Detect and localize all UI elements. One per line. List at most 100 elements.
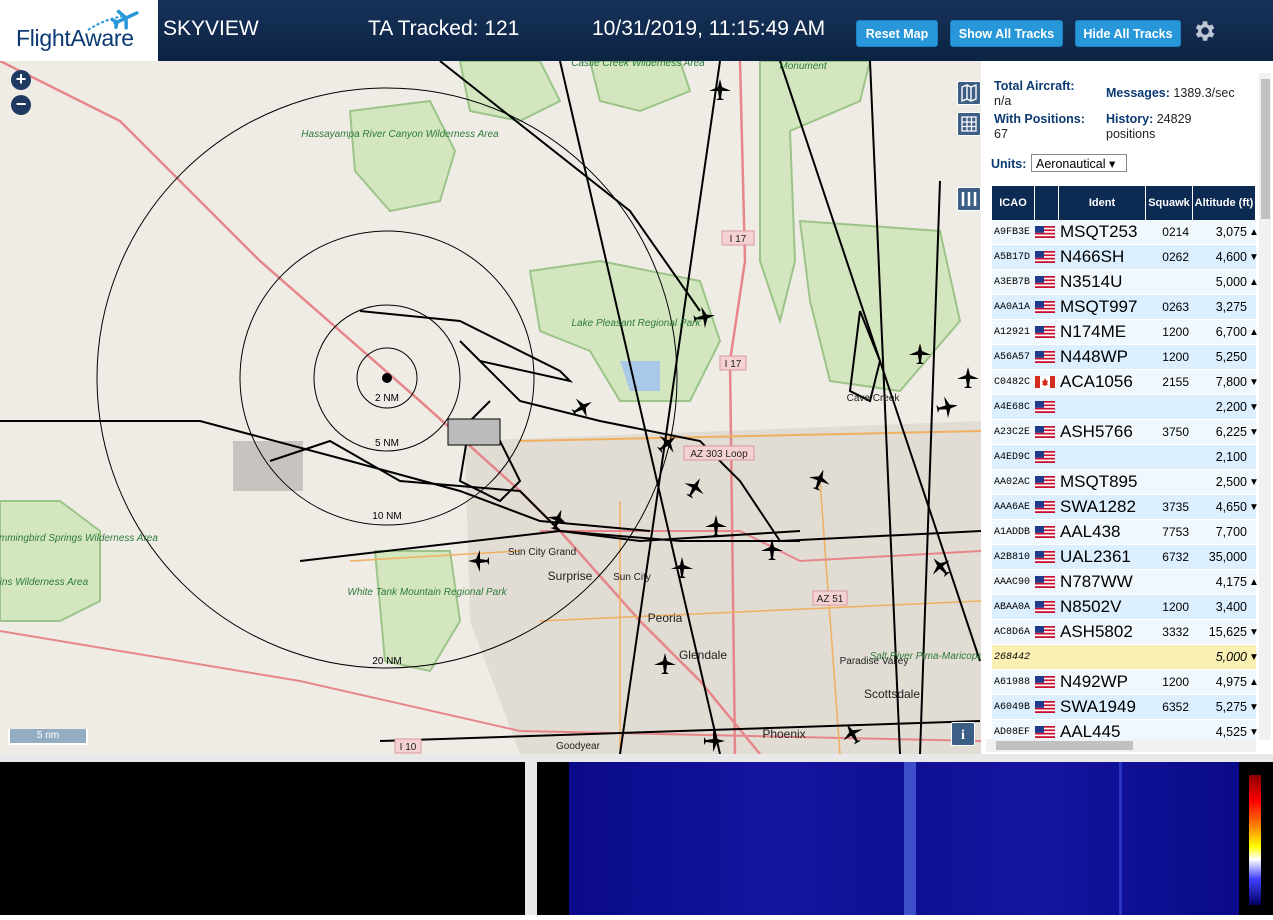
table-row[interactable]: A61988 N492WP 1200 4,975 ▲ xyxy=(992,670,1259,695)
columns-icon[interactable] xyxy=(957,187,981,211)
ident-cell: N466SH xyxy=(1060,247,1125,266)
place-label: Scottsdale xyxy=(864,687,920,701)
col-altitude-header[interactable]: Altitude (ft) xyxy=(1193,186,1256,220)
table-row[interactable]: ABAA0A N8502V 1200 3,400 xyxy=(992,595,1256,620)
map-layers-icon[interactable] xyxy=(957,81,981,105)
icao-cell: AA0A1A xyxy=(994,301,1031,313)
descend-arrow-icon: ▼ xyxy=(1249,376,1259,388)
col-squawk-header[interactable]: Squawk xyxy=(1146,186,1193,220)
icao-cell: AAA6AE xyxy=(994,501,1031,513)
horizontal-scroll-thumb[interactable] xyxy=(996,741,1133,750)
show-all-tracks-button[interactable]: Show All Tracks xyxy=(950,20,1063,47)
ident-cell: SWA1949 xyxy=(1060,697,1136,716)
table-row[interactable]: A23C2E ASH5766 3750 6,225 ▼ xyxy=(992,420,1259,445)
table-row[interactable]: A5B17D N466SH 0262 4,600 ▼ xyxy=(992,245,1259,270)
col-flag-header[interactable] xyxy=(1035,186,1059,220)
us-flag-icon xyxy=(1035,726,1059,738)
units-label: Units: xyxy=(991,157,1027,171)
road-shield: AZ 303 Loop xyxy=(690,449,748,460)
altitude-cell: 4,175 xyxy=(1215,575,1247,589)
us-flag-icon xyxy=(1035,601,1059,613)
history-label: History: xyxy=(1106,112,1154,126)
hide-all-tracks-button[interactable]: Hide All Tracks xyxy=(1075,20,1181,47)
place-label: Peoria xyxy=(648,611,683,625)
with-positions-label: With Positions: xyxy=(994,112,1085,126)
us-flag-icon xyxy=(1035,526,1059,538)
grid-icon[interactable] xyxy=(957,112,981,136)
table-row[interactable]: A4ED9C 2,100 xyxy=(992,445,1256,470)
ident-cell: ASH5802 xyxy=(1060,622,1133,641)
table-row[interactable]: A2B810 UAL2361 6732 35,000 xyxy=(992,545,1256,570)
aircraft-sidebar: Total Aircraft: n/a With Positions: 67 M… xyxy=(981,61,1273,754)
gear-icon[interactable] xyxy=(1191,18,1217,44)
squawk-cell: 1200 xyxy=(1162,350,1189,364)
altitude-cell: 7,800 xyxy=(1215,375,1247,389)
table-row[interactable]: AAAC90 N787WW 4,175 ▲ xyxy=(992,570,1259,595)
ident-cell: N174ME xyxy=(1060,322,1127,341)
altitude-cell: 2,100 xyxy=(1215,450,1247,464)
table-row[interactable]: AA0A1A MSQT997 0263 3,275 xyxy=(992,295,1256,320)
place-label: Sun City Grand xyxy=(508,547,576,558)
table-header: ICAO Ident Squawk Altitude (ft) xyxy=(992,186,1256,220)
table-row[interactable]: C0482C ACA1056 2155 7,800 ▼ xyxy=(992,370,1259,395)
map-canvas[interactable]: 2 NM 5 NM 10 NM 20 NM Castle Creek Wilde… xyxy=(0,61,981,754)
altitude-cell: 6,225 xyxy=(1215,425,1247,439)
messages-stat: Messages: 1389.3/sec xyxy=(1106,86,1235,101)
place-label: Hummingbird Springs Wilderness Area xyxy=(0,533,158,544)
zoom-out-button[interactable]: − xyxy=(11,95,31,115)
altitude-cell: 7,700 xyxy=(1215,525,1247,539)
history-unit: positions xyxy=(1106,127,1156,141)
info-icon[interactable]: i xyxy=(951,722,975,746)
reset-map-button[interactable]: Reset Map xyxy=(856,20,938,47)
vertical-scroll-thumb[interactable] xyxy=(1261,79,1270,219)
road-shield: I 10 xyxy=(400,742,417,753)
canada-flag-icon xyxy=(1035,376,1059,388)
table-row[interactable]: AC8D6A ASH5802 3332 15,625 ▼ xyxy=(992,620,1259,645)
altitude-cell: 2,500 xyxy=(1215,475,1247,489)
table-row[interactable]: A4E68C 2,200 ▼ xyxy=(992,395,1259,420)
table-row[interactable]: A12921 N174ME 1200 6,700 ▲ xyxy=(992,320,1259,345)
ident-cell: N492WP xyxy=(1060,672,1129,691)
flightaware-logo[interactable]: FlightAware xyxy=(0,0,158,61)
total-aircraft-label: Total Aircraft: xyxy=(994,79,1075,93)
ring-label-10nm: 10 NM xyxy=(372,511,401,522)
altitude-cell: 3,075 xyxy=(1215,225,1247,239)
climb-arrow-icon: ▲ xyxy=(1249,276,1259,288)
icao-cell: AAAC90 xyxy=(994,576,1031,588)
icao-cell: A5B17D xyxy=(994,251,1031,263)
col-ident-header[interactable]: Ident xyxy=(1059,186,1146,220)
units-select[interactable]: Aeronautical ▾ xyxy=(1031,154,1127,172)
table-row[interactable]: A6049B SWA1949 6352 5,275 ▼ xyxy=(992,695,1259,720)
ident-cell: SWA1282 xyxy=(1060,497,1136,516)
table-row[interactable]: A56A57 N448WP 1200 5,250 xyxy=(992,345,1256,370)
table-row[interactable]: A9FB3E MSQT253 0214 3,075 ▲ xyxy=(992,220,1259,245)
top-bar: FlightAware SKYVIEW TA Tracked: 121 10/3… xyxy=(0,0,1273,61)
table-row[interactable]: A1ADDB AAL438 7753 7,700 xyxy=(992,520,1256,545)
table-row[interactable]: AA02AC MSQT895 2,500 ▼ xyxy=(992,470,1259,495)
altitude-cell: 2,200 xyxy=(1215,400,1247,414)
descend-arrow-icon: ▼ xyxy=(1249,501,1259,513)
squawk-cell: 6352 xyxy=(1162,700,1189,714)
ident-cell: N787WW xyxy=(1060,572,1133,591)
descend-arrow-icon: ▼ xyxy=(1249,401,1259,413)
altitude-cell: 4,975 xyxy=(1215,675,1247,689)
us-flag-icon xyxy=(1035,451,1059,463)
zoom-in-button[interactable]: + xyxy=(11,70,31,90)
us-flag-icon xyxy=(1035,676,1059,688)
table-row[interactable]: AAA6AE SWA1282 3735 4,650 ▼ xyxy=(992,495,1259,520)
table-row[interactable]: 268442 5,000 ▼ xyxy=(992,645,1259,670)
spectrum-waterfall xyxy=(569,762,1239,915)
descend-arrow-icon: ▼ xyxy=(1249,251,1259,263)
descend-arrow-icon: ▼ xyxy=(1249,701,1259,713)
squawk-cell: 7753 xyxy=(1162,525,1189,539)
ident-cell: AAL438 xyxy=(1060,522,1121,541)
map-view[interactable]: 2 NM 5 NM 10 NM 20 NM Castle Creek Wilde… xyxy=(0,61,981,754)
app-name: SKYVIEW xyxy=(163,17,259,40)
table-row[interactable]: A3EB7B N3514U 5,000 ▲ xyxy=(992,270,1259,295)
altitude-cell: 5,275 xyxy=(1215,700,1247,714)
descend-arrow-icon: ▼ xyxy=(1249,476,1259,488)
altitude-cell: 3,275 xyxy=(1215,300,1247,314)
ident-cell: MSQT997 xyxy=(1060,297,1138,316)
road-shield: AZ 51 xyxy=(817,594,844,605)
col-icao-header[interactable]: ICAO xyxy=(992,186,1035,220)
